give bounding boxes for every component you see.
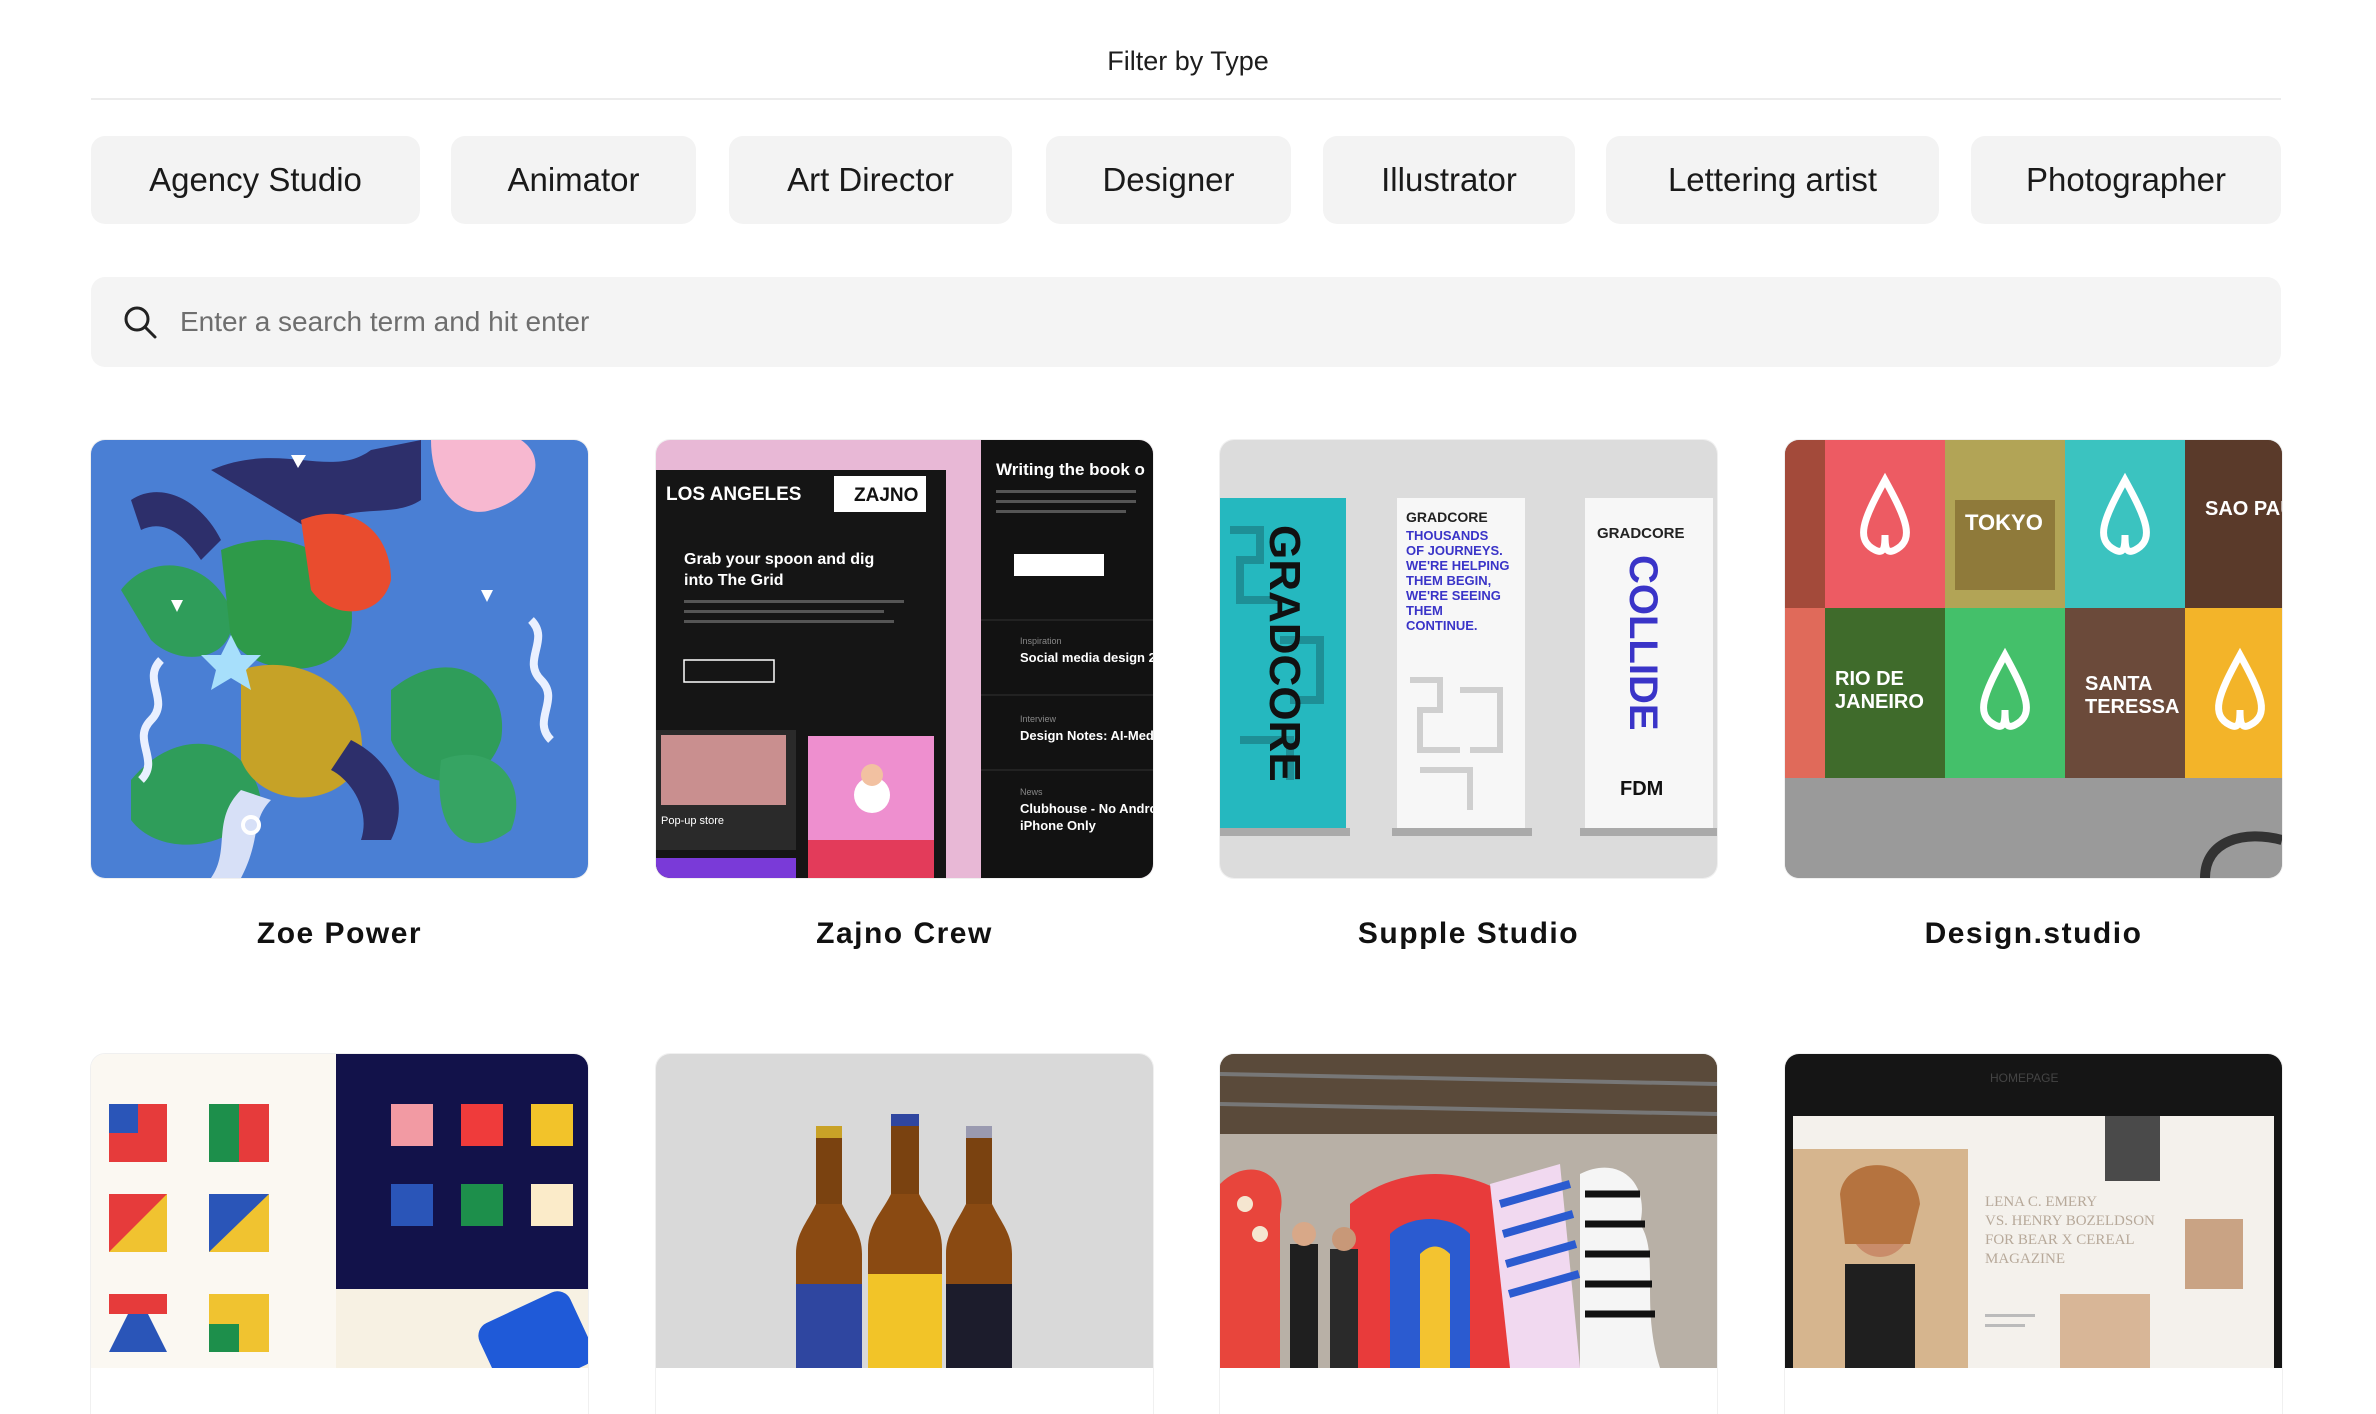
card-title[interactable]: Zoe Power bbox=[91, 917, 588, 951]
thumb-headline-2: into The Grid bbox=[684, 572, 784, 589]
thumb-city-4a: SANTA bbox=[2085, 673, 2152, 695]
thumb-editorial-line: LENA C. EMERY bbox=[1985, 1194, 2097, 1210]
website-thumbnail[interactable]: LOS ANGELES ZAJNO Grab your spoon and di… bbox=[656, 440, 1153, 878]
filter-chips: Agency Studio Animator Art Director Desi… bbox=[0, 136, 2376, 224]
chip-art-director[interactable]: Art Director bbox=[729, 136, 1012, 224]
chip-animator[interactable]: Animator bbox=[451, 136, 696, 224]
thumb-side-1-cat: Inspiration bbox=[1020, 636, 1062, 646]
card-title[interactable]: Design.studio bbox=[1785, 917, 2282, 951]
card-design-studio[interactable]: TOKYO SAO PAULO RIO DE JANEIRO SANTA TER… bbox=[1785, 440, 2282, 950]
thumb-banner-3-title: GRADCORE bbox=[1597, 525, 1685, 542]
thumb-headline-1: Grab your spoon and dig bbox=[684, 551, 874, 568]
thumb-banner-2-line: WE'RE HELPING bbox=[1406, 558, 1510, 573]
thumb-banner-3: COLLIDE bbox=[1621, 555, 1665, 731]
chip-illustrator[interactable]: Illustrator bbox=[1323, 136, 1575, 224]
thumb-city-3b: JANEIRO bbox=[1835, 691, 1924, 713]
card-supple-studio[interactable]: GRADCORE GRADCORE THOUSANDS OF JOURNEYS.… bbox=[1220, 440, 1717, 950]
logo-grid-thumbnail[interactable] bbox=[91, 1054, 588, 1414]
thumb-editorial-line: VS. HENRY BOZELDSON bbox=[1985, 1213, 2155, 1229]
thumb-side-2-cat: Interview bbox=[1020, 714, 1057, 724]
card-editorial[interactable]: HOMEPAGE LENA C. EMERY VS. HENRY BOZELDS… bbox=[1785, 1054, 2282, 1414]
card-zajno-crew[interactable]: LOS ANGELES ZAJNO Grab your spoon and di… bbox=[656, 440, 1153, 950]
divider bbox=[91, 98, 2281, 100]
thumb-side-3b: iPhone Only bbox=[1020, 818, 1097, 833]
search-icon bbox=[124, 306, 157, 339]
thumb-side-3a: Clubhouse - No Androi bbox=[1020, 801, 1153, 816]
chip-lettering-artist[interactable]: Lettering artist bbox=[1606, 136, 1939, 224]
thumb-editorial-line: MAGAZINE bbox=[1985, 1251, 2065, 1267]
beer-bottles-thumbnail[interactable] bbox=[656, 1054, 1153, 1414]
card-zoe-power[interactable]: Zoe Power bbox=[91, 440, 588, 950]
airbnb-thumbnail[interactable]: TOKYO SAO PAULO RIO DE JANEIRO SANTA TER… bbox=[1785, 440, 2282, 878]
filter-title: Filter by Type bbox=[1107, 46, 1269, 76]
thumb-side-3-cat: News bbox=[1020, 787, 1043, 797]
thumb-store: Pop-up store bbox=[661, 815, 724, 827]
card-title[interactable]: Zajno Crew bbox=[656, 917, 1153, 951]
installation-photo-thumbnail[interactable] bbox=[1220, 1054, 1717, 1414]
card-title[interactable]: Supple Studio bbox=[1220, 917, 1717, 951]
editorial-website-thumbnail[interactable]: HOMEPAGE LENA C. EMERY VS. HENRY BOZELDS… bbox=[1785, 1054, 2282, 1414]
thumb-banner-1: GRADCORE bbox=[1260, 525, 1309, 782]
banner-thumbnail[interactable]: GRADCORE GRADCORE THOUSANDS OF JOURNEYS.… bbox=[1220, 440, 1717, 878]
thumb-banner-2-line: THEM BEGIN, bbox=[1406, 573, 1491, 588]
thumb-banner-2-line: WE'RE SEEING bbox=[1406, 588, 1501, 603]
thumb-banner-2-line: OF JOURNEYS. bbox=[1406, 543, 1503, 558]
thumb-banner-2-title: GRADCORE bbox=[1406, 509, 1488, 525]
thumb-banner-2-line: CONTINUE. bbox=[1406, 618, 1478, 633]
thumb-city: LOS ANGELES bbox=[666, 484, 801, 505]
thumb-side-2: Design Notes: AI-Media bbox=[1020, 728, 1153, 743]
thumb-city-2: SAO PAULO bbox=[2205, 498, 2282, 520]
thumb-banner-3-logo: FDM bbox=[1620, 778, 1663, 800]
thumb-editorial-header: HOMEPAGE bbox=[1990, 1071, 2058, 1085]
card-beer-bottles[interactable] bbox=[656, 1054, 1153, 1414]
search-bar[interactable] bbox=[91, 277, 2281, 367]
thumb-brand: ZAJNO bbox=[854, 485, 918, 506]
thumb-banner-2-line: THEM bbox=[1406, 603, 1443, 618]
chip-designer[interactable]: Designer bbox=[1046, 136, 1291, 224]
thumb-city-3a: RIO DE bbox=[1835, 668, 1904, 690]
thumb-side-title: Writing the book o bbox=[996, 460, 1145, 479]
chip-agency-studio[interactable]: Agency Studio bbox=[91, 136, 420, 224]
thumb-city-4b: TERESSA bbox=[2085, 696, 2179, 718]
thumb-editorial-line: FOR BEAR X CEREAL bbox=[1985, 1232, 2135, 1248]
card-logo-grid[interactable] bbox=[91, 1054, 588, 1414]
illustration-thumbnail[interactable] bbox=[91, 440, 588, 878]
thumb-banner-2-line: THOUSANDS bbox=[1406, 528, 1489, 543]
chip-photographer[interactable]: Photographer bbox=[1971, 136, 2281, 224]
card-installation[interactable] bbox=[1220, 1054, 1717, 1414]
thumb-side-1: Social media design 20 bbox=[1020, 650, 1153, 665]
search-input[interactable] bbox=[178, 305, 2082, 339]
thumb-city-1: TOKYO bbox=[1965, 510, 2043, 535]
